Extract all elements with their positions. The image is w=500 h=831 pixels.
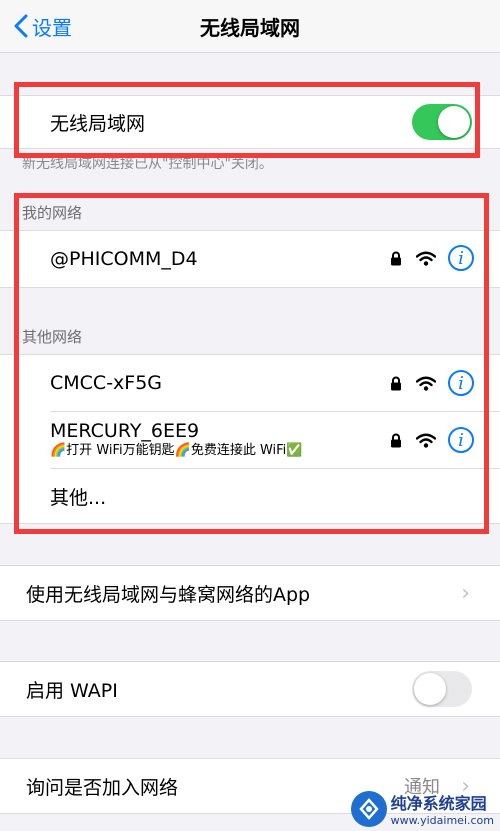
toggle-knob — [438, 106, 470, 138]
network-subtitle: 🌈打开 WiFi万能钥匙🌈免费连接此 WiFi✅ — [50, 443, 303, 458]
other-network-row[interactable]: 其他... — [0, 469, 500, 523]
network-status-icons: i — [390, 370, 474, 396]
other-network-label: 其他... — [50, 486, 107, 509]
watermark-logo — [350, 790, 387, 827]
page-title: 无线局域网 — [200, 16, 300, 40]
my-networks-group: @PHICOMM_D4 i — [0, 230, 500, 288]
network-status-icons: i — [390, 245, 474, 271]
network-name: @PHICOMM_D4 — [50, 248, 198, 270]
navigation-bar: 设置 无线局域网 — [0, 0, 500, 53]
other-networks-header: 其他网络 — [22, 328, 83, 346]
wifi-toggle-label: 无线局域网 — [50, 112, 146, 135]
lock-icon — [391, 433, 401, 447]
my-networks-header: 我的网络 — [22, 204, 83, 222]
info-icon[interactable]: i — [448, 427, 474, 453]
wifi-icon — [416, 251, 436, 266]
watermark: 纯净系统家园 www.yidaimei.com — [350, 790, 494, 827]
wifi-icon — [416, 433, 436, 448]
apps-row[interactable]: 使用无线局域网与蜂窝网络的App › — [0, 566, 500, 620]
network-name: CMCC-xF5G — [50, 372, 163, 394]
watermark-title: 纯净系统家园 — [390, 794, 487, 813]
toggle-knob — [414, 673, 446, 705]
wifi-icon — [416, 376, 436, 391]
network-status-icons: i — [390, 427, 474, 453]
lock-icon — [391, 376, 401, 390]
wifi-toggle-group: 无线局域网 — [0, 95, 500, 149]
wifi-toggle-switch[interactable] — [412, 104, 472, 140]
ask-join-label: 询问是否加入网络 — [26, 776, 179, 799]
wapi-group: 启用 WAPI — [0, 661, 500, 717]
watermark-text: 纯净系统家园 www.yidaimei.com — [391, 790, 494, 827]
wapi-toggle-switch[interactable] — [412, 671, 472, 707]
wifi-footer-note: 新无线局域网连接已从"控制中心"关闭。 — [22, 156, 273, 172]
watermark-url: www.yidaimei.com — [390, 814, 494, 827]
wapi-row-label: 启用 WAPI — [26, 679, 118, 702]
apps-group: 使用无线局域网与蜂窝网络的App › — [0, 565, 500, 621]
info-icon[interactable]: i — [448, 370, 474, 396]
network-name: MERCURY_6EE9 — [50, 420, 200, 442]
apps-row-label: 使用无线局域网与蜂窝网络的App — [26, 583, 311, 606]
info-icon[interactable]: i — [448, 245, 474, 271]
lock-icon — [391, 251, 401, 265]
other-networks-group: CMCC-xF5G i MERCURY_6EE9 🌈打开 WiFi万能钥匙🌈免费… — [0, 354, 500, 524]
chevron-right-icon: › — [461, 580, 470, 606]
